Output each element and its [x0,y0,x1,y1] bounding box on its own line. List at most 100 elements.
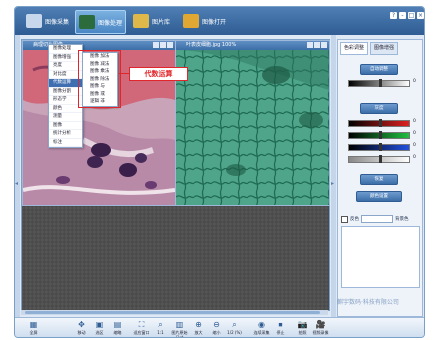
window-minimize-icon[interactable] [307,42,313,48]
gamma-value: 0 [413,155,416,160]
actual-size-label: 1:1 [157,330,164,335]
blue-slider[interactable] [348,143,410,151]
fit-window-label: 适应窗口 [133,330,150,335]
open-image-button[interactable]: 图像打开 [180,10,229,32]
image-window-title-text: 叶表皮细胞.jpg 100% [186,42,237,48]
fit-window-button[interactable]: ⛶ 适应窗口 [133,319,150,337]
horizontal-scrollbar[interactable] [21,310,328,315]
window-close-icon[interactable] [321,42,327,48]
fullscreen-label: 全屏 [29,330,38,335]
record-icon: 🎥 [315,320,326,329]
slider-handle[interactable] [379,155,382,163]
maximize-icon[interactable]: □ [408,12,415,19]
original-size-button[interactable]: ▥ 图片原始尺寸 [171,319,188,337]
record-label: 视频录像 [312,330,329,335]
red-slider[interactable] [348,119,410,127]
auto-adjust-button[interactable]: 自动调整 [360,64,398,75]
bottom-toolbar: ▦ 全屏 ✥ 移动 ▣ 选区 ▤ 缩略 ⛶ 适应窗口 ⌕ 1:1 ▥ 图片原始尺寸 ⊕ 放大 ⊖… [15,317,424,337]
zoom-out-button[interactable]: ⊖ 缩小 [208,319,225,337]
top-toolbar: 图像采集 图像处理 图片库 图像打开 ? - □ × [15,7,424,35]
collapse-right-icon[interactable]: ▸ [331,180,334,187]
window-maximize-icon[interactable] [160,42,166,48]
camera-icon [26,14,42,28]
zoom-half-icon: ⌕ [232,320,237,329]
record-button[interactable]: 🎥 视频录像 [312,319,329,337]
continuous-capture-button[interactable]: ◉ 连续采集 [253,319,270,337]
image-process-icon [79,15,95,29]
gray-button[interactable]: 灰度 [360,103,398,114]
green-slider[interactable] [348,131,410,139]
window-minimize-icon[interactable] [153,42,159,48]
image-window-leaf[interactable]: 叶表皮细胞.jpg 100% [175,40,330,206]
thumbnail-label: 缩略 [113,330,122,335]
thumb-icon: ▤ [113,320,122,329]
actual-size-button[interactable]: ⌕ 1:1 [152,319,169,337]
scrollbar-thumb[interactable] [25,311,320,314]
right-collapse-strip[interactable]: ▸ [331,35,336,317]
window-maximize-icon[interactable] [314,42,320,48]
fit-icon: ⛶ [138,320,145,329]
zoom-in-icon: ⊕ [195,320,202,329]
gallery-button[interactable]: 图片库 [130,10,173,32]
image-window-title[interactable]: 病理切片图像 [23,41,175,50]
collapse-left-icon[interactable]: ◂ [15,180,18,187]
fullscreen-button[interactable]: ▦ 全屏 [25,319,42,337]
callout-connector [119,73,129,74]
select-button[interactable]: ▣ 选区 [91,319,108,337]
zoom-in-label: 放大 [194,330,203,335]
open-image-button-label: 图像打开 [202,18,227,26]
image-process-button[interactable]: 图像处理 [75,10,127,34]
select-label: 选区 [95,330,104,335]
close-icon[interactable]: × [417,12,424,19]
leaf-epidermis-image [176,50,329,205]
slider-handle[interactable] [379,131,382,139]
slider-handle[interactable] [379,79,382,87]
gamma-slider[interactable] [348,155,410,163]
zoom-out-label: 缩小 [212,330,221,335]
adjust-panel: 色彩调整 图像增强 自动调整 0 灰度 0 0 0 0 恢复 颜色设置 反色 背… [337,39,423,317]
gallery-button-label: 图片库 [152,18,171,26]
thumbnail-button[interactable]: ▤ 缩略 [109,319,126,337]
invert-checkbox[interactable] [341,215,348,223]
menu-item[interactable]: 标注 [49,139,82,147]
color-setting-button[interactable]: 颜色设置 [356,191,402,202]
zoom-out-icon: ⊖ [213,320,220,329]
panel-tabs: 色彩调整 图像增强 [340,42,399,55]
red-value: 0 [413,119,416,124]
move-label: 移动 [77,330,86,335]
menu-item[interactable]: 测量 [49,113,82,122]
tab-image-enhance[interactable]: 图像增强 [370,42,399,55]
grid-icon: ▦ [29,320,38,329]
highlight-box [78,50,121,108]
menu-item[interactable]: 统计分析 [49,130,82,139]
brightness-value: 0 [413,79,416,84]
watermark: 麒宇数码·科技有限公司 [337,299,399,306]
menu-item[interactable]: 图像 [49,122,82,130]
reset-button[interactable]: 恢复 [360,174,398,185]
minimize-icon[interactable]: - [399,12,406,19]
background-select[interactable] [361,215,393,223]
capture-button[interactable]: 图像采集 [23,10,72,32]
invert-option[interactable]: 反色 背景色 [341,215,409,223]
gallery-icon [133,14,149,28]
stop-button[interactable]: ⏹ 停止 [272,319,289,337]
brightness-slider[interactable] [348,79,410,87]
zoom-in-button[interactable]: ⊕ 放大 [190,319,207,337]
move-button[interactable]: ✥ 移动 [73,319,90,337]
image-workspace[interactable]: 病理切片图像 [21,39,330,311]
zoom-half-button[interactable]: ⌕ 1/2 (%) [226,319,243,337]
tab-color-adjust[interactable]: 色彩调整 [340,42,369,55]
window-close-icon[interactable] [167,42,173,48]
continuous-capture-icon: ◉ [258,320,265,329]
slider-handle[interactable] [379,143,382,151]
zoom-half-label: 1/2 (%) [227,330,242,335]
help-icon[interactable]: ? [390,12,397,19]
folder-open-icon [183,14,199,28]
green-value: 0 [413,131,416,136]
snapshot-button[interactable]: 📷 拍照 [294,319,311,337]
snapshot-label: 拍照 [298,330,307,335]
slider-handle[interactable] [379,119,382,127]
leaf-epidermis-picture [176,50,329,205]
left-collapse-strip[interactable]: ◂ [15,35,20,337]
image-window-title[interactable]: 叶表皮细胞.jpg 100% [176,41,329,50]
